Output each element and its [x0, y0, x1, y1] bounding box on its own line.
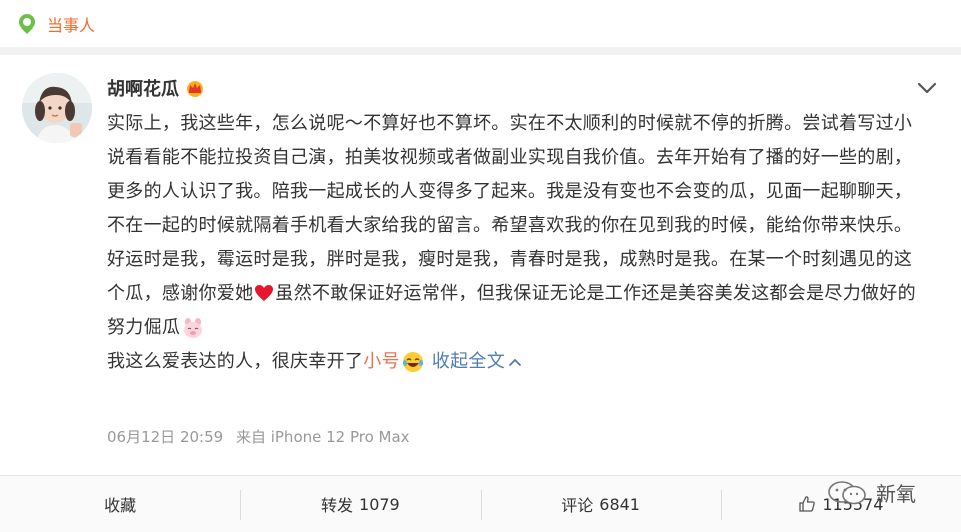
comment-count: 6841 — [599, 494, 640, 514]
heart-icon — [255, 285, 274, 301]
section-divider — [0, 47, 961, 55]
repost-count: 1079 — [359, 494, 400, 514]
favorite-button[interactable]: 收藏 — [0, 476, 240, 532]
alt-account-link[interactable]: 小号 — [363, 345, 400, 379]
collapse-full-text-link[interactable]: 收起全文 — [432, 345, 505, 379]
post-paragraph-3: 我这么爱表达的人，很庆幸开了 小号 收起全文 — [107, 345, 927, 379]
laughing-tears-icon — [402, 352, 423, 372]
post-timestamp[interactable]: 06月12日 20:59 — [107, 428, 223, 446]
pig-face-icon — [184, 318, 203, 338]
topic-header: 当事人 — [0, 0, 961, 47]
post-paragraph-2: 好运时是我，霉运时是我，胖时是我，瘦时是我，青春时是我，成熟时是我。在某一个时刻… — [107, 243, 927, 345]
chevron-up-icon[interactable] — [508, 357, 522, 367]
thumbs-up-icon — [799, 496, 816, 512]
topic-label[interactable]: 当事人 — [47, 12, 95, 36]
comment-button[interactable]: 评论 6841 — [480, 476, 721, 532]
post-paragraph-3-text: 我这么爱表达的人，很庆幸开了 — [107, 351, 364, 372]
repost-label: 转发 — [321, 496, 354, 515]
post-source: 来自 iPhone 12 Pro Max — [235, 428, 410, 446]
location-pin-icon — [19, 13, 35, 34]
favorite-label: 收藏 — [104, 496, 137, 515]
watermark-text: 新氧 — [876, 482, 916, 506]
chevron-down-icon[interactable] — [916, 81, 938, 95]
post-paragraph-1: 实际上，我这些年，怎么说呢～不算好也不算坏。实在不太顺利的时候就不停的折腾。尝试… — [107, 113, 913, 236]
post-text: 实际上，我这些年，怎么说呢～不算好也不算坏。实在不太顺利的时候就不停的折腾。尝试… — [107, 107, 927, 379]
comment-label: 评论 — [561, 496, 594, 515]
repost-button[interactable]: 转发 1079 — [240, 476, 480, 532]
action-bar: 收藏 转发 1079 评论 6841 115574 — [0, 475, 961, 532]
post-meta: 06月12日 20:59 来自 iPhone 12 Pro Max — [107, 426, 410, 447]
avatar[interactable] — [22, 73, 92, 143]
avatar-image — [22, 73, 92, 143]
author-row: 胡啊花瓜 — [107, 75, 205, 101]
weibo-post: 胡啊花瓜 实际上，我这些年，怎么说呢～不算好也不算坏。实在不太顺利的时候就不停的… — [0, 55, 961, 475]
wechat-icon — [828, 480, 866, 504]
crown-icon — [187, 81, 203, 97]
watermark: 新氧 — [826, 478, 916, 507]
username[interactable]: 胡啊花瓜 — [107, 75, 179, 101]
